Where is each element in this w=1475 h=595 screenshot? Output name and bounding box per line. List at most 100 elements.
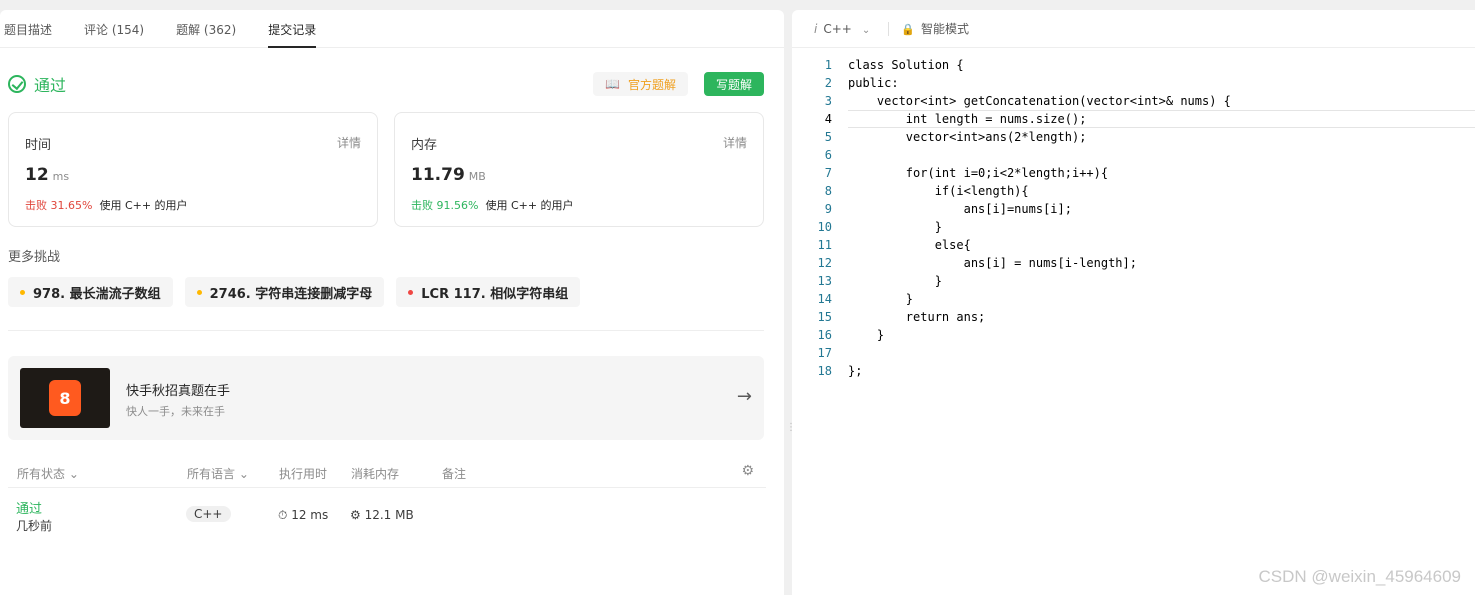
difficulty-dot-icon	[20, 289, 25, 295]
code-line[interactable]: 10 }	[792, 218, 1475, 236]
book-icon: 📖	[605, 77, 620, 91]
code-line[interactable]: 6	[792, 146, 1475, 164]
code-line[interactable]: 14 }	[792, 290, 1475, 308]
result-status: 通过	[8, 72, 66, 96]
row-runtime: ⏱ 12 ms	[278, 508, 328, 523]
runtime-card: 时间 详情 12 ms 击败 31.65% 使用 C++ 的用户	[8, 112, 378, 227]
filter-status-label: 所有状态	[17, 467, 66, 481]
code-area[interactable]: 1 class Solution {2 public: 3 vector<int> g…	[792, 56, 1475, 380]
line-number: 17	[817, 346, 832, 360]
challenge-label: 2746. 字符串连接删减字母	[209, 286, 373, 302]
promo-banner[interactable]: 8 快手秋招真题在手 快人一手，未来在手 →	[8, 356, 764, 440]
memory-card: 内存 详情 11.79 MB 击败 91.56% 使用 C++ 的用户	[394, 112, 764, 227]
chevron-down-icon: ⌄	[238, 467, 249, 481]
tab-description[interactable]: 题目描述	[4, 10, 52, 48]
tab-solutions[interactable]: 题解 (362)	[176, 10, 236, 48]
line-text: }	[848, 274, 942, 288]
code-line[interactable]: 17	[792, 344, 1475, 362]
challenge-item[interactable]: 978. 最长湍流子数组	[8, 277, 173, 307]
code-line[interactable]: 5 vector<int>ans(2*length);	[792, 128, 1475, 146]
line-text: class Solution {	[848, 58, 964, 72]
difficulty-dot-icon	[408, 289, 414, 295]
code-line[interactable]: 3 vector<int> getConcatenation(vector<in…	[792, 92, 1475, 110]
runtime-detail-link[interactable]: 详情	[337, 134, 361, 151]
official-solution-button[interactable]: 📖 官方题解	[593, 72, 688, 96]
filter-language-label: 所有语言	[187, 467, 236, 481]
line-number: 3	[824, 94, 832, 108]
line-number: 6	[824, 148, 832, 162]
code-line[interactable]: 11 else{	[792, 236, 1475, 254]
memory-beat-pct: 击败 91.56%	[411, 199, 479, 212]
line-text: }	[848, 328, 885, 342]
challenge-item[interactable]: LCR 117. 相似字符串组	[396, 277, 581, 307]
col-runtime: 执行用时	[279, 467, 328, 481]
lock-icon: 🔒	[901, 23, 915, 36]
table-row[interactable]: 通过 几秒前 C++ ⏱ 12 ms ⚙ 12.1 MB	[8, 496, 766, 546]
code-line[interactable]: 1 class Solution {	[792, 56, 1475, 74]
code-line[interactable]: 9 ans[i]=nums[i];	[792, 200, 1475, 218]
tab-bar: 题目描述 评论 (154) 题解 (362) 提交记录	[0, 10, 784, 48]
code-line[interactable]: 4 int length = nums.size();	[792, 110, 1475, 128]
memory-number: 11.79	[411, 165, 465, 185]
write-solution-button[interactable]: 写题解	[704, 72, 764, 96]
line-number: 10	[817, 220, 832, 234]
code-line[interactable]: 13 }	[792, 272, 1475, 290]
memory-value: 11.79 MB	[411, 165, 486, 185]
challenge-list: 978. 最长湍流子数组 2746. 字符串连接删减字母 LCR 117. 相似…	[8, 277, 592, 307]
gear-icon[interactable]: ⚙	[741, 463, 754, 479]
memory-unit: MB	[468, 170, 486, 183]
smart-mode-toggle[interactable]: 🔒 智能模式	[901, 20, 969, 37]
line-number: 15	[817, 310, 832, 324]
line-number: 16	[817, 328, 832, 342]
runtime-unit: ms	[52, 170, 70, 183]
watermark: CSDN @weixin_45964609	[1258, 567, 1461, 586]
line-number: 2	[824, 76, 832, 90]
runtime-beat: 击败 31.65% 使用 C++ 的用户	[25, 197, 188, 213]
line-text: }	[848, 292, 914, 306]
code-line[interactable]: 7 for(int i=0;i<2*length;i++){	[792, 164, 1475, 182]
col-notes: 备注	[442, 467, 467, 481]
arrow-right-icon: →	[736, 386, 752, 407]
memory-detail-link[interactable]: 详情	[723, 134, 747, 151]
line-number: 4	[824, 112, 832, 126]
row-language-badge: C++	[186, 506, 231, 522]
difficulty-dot-icon	[196, 289, 202, 295]
runtime-beat-text: 使用 C++ 的用户	[99, 199, 188, 212]
current-line-highlight	[848, 110, 1475, 128]
line-number: 7	[824, 166, 832, 180]
filter-language[interactable]: 所有语言 ⌄	[187, 465, 249, 482]
row-status[interactable]: 通过	[16, 498, 42, 517]
line-text: for(int i=0;i<2*length;i++){	[848, 166, 1109, 180]
code-line[interactable]: 2 public:	[792, 74, 1475, 92]
challenge-label: 978. 最长湍流子数组	[33, 286, 161, 302]
row-runtime-value: 12 ms	[291, 508, 329, 522]
panel-resize-handle[interactable]: ⋮	[786, 423, 796, 442]
filter-status[interactable]: 所有状态 ⌄	[17, 465, 79, 482]
challenge-item[interactable]: 2746. 字符串连接删减字母	[184, 277, 385, 307]
memory-beat: 击败 91.56% 使用 C++ 的用户	[411, 197, 574, 213]
line-number: 12	[817, 256, 832, 270]
chevron-down-icon: ⌄	[68, 467, 79, 481]
check-circle-icon	[8, 75, 26, 93]
challenge-label: LCR 117. 相似字符串组	[421, 286, 569, 302]
memory-beat-text: 使用 C++ 的用户	[485, 199, 574, 212]
banner-image: 8	[20, 368, 110, 428]
code-line[interactable]: 18};	[792, 362, 1475, 380]
code-line[interactable]: 12 ans[i] = nums[i-length];	[792, 254, 1475, 272]
row-time-ago: 几秒前	[16, 519, 53, 533]
chevron-down-icon: ⌄	[861, 24, 871, 36]
line-number: 11	[817, 238, 832, 252]
banner-subtitle: 快人一手，未来在手	[126, 405, 225, 418]
code-line[interactable]: 15 return ans;	[792, 308, 1475, 326]
code-line[interactable]: 8 if(i<length){	[792, 182, 1475, 200]
runtime-number: 12	[25, 165, 49, 185]
clock-icon: ⏱	[278, 508, 288, 522]
toolbar-divider	[888, 21, 890, 36]
line-number: 14	[817, 292, 832, 306]
code-line[interactable]: 16 }	[792, 326, 1475, 344]
tab-submissions[interactable]: 提交记录	[268, 10, 317, 48]
runtime-title: 时间	[25, 138, 52, 153]
language-select[interactable]: i C++ ⌄	[814, 22, 870, 36]
line-text: };	[848, 364, 863, 378]
tab-comments[interactable]: 评论 (154)	[84, 10, 144, 48]
